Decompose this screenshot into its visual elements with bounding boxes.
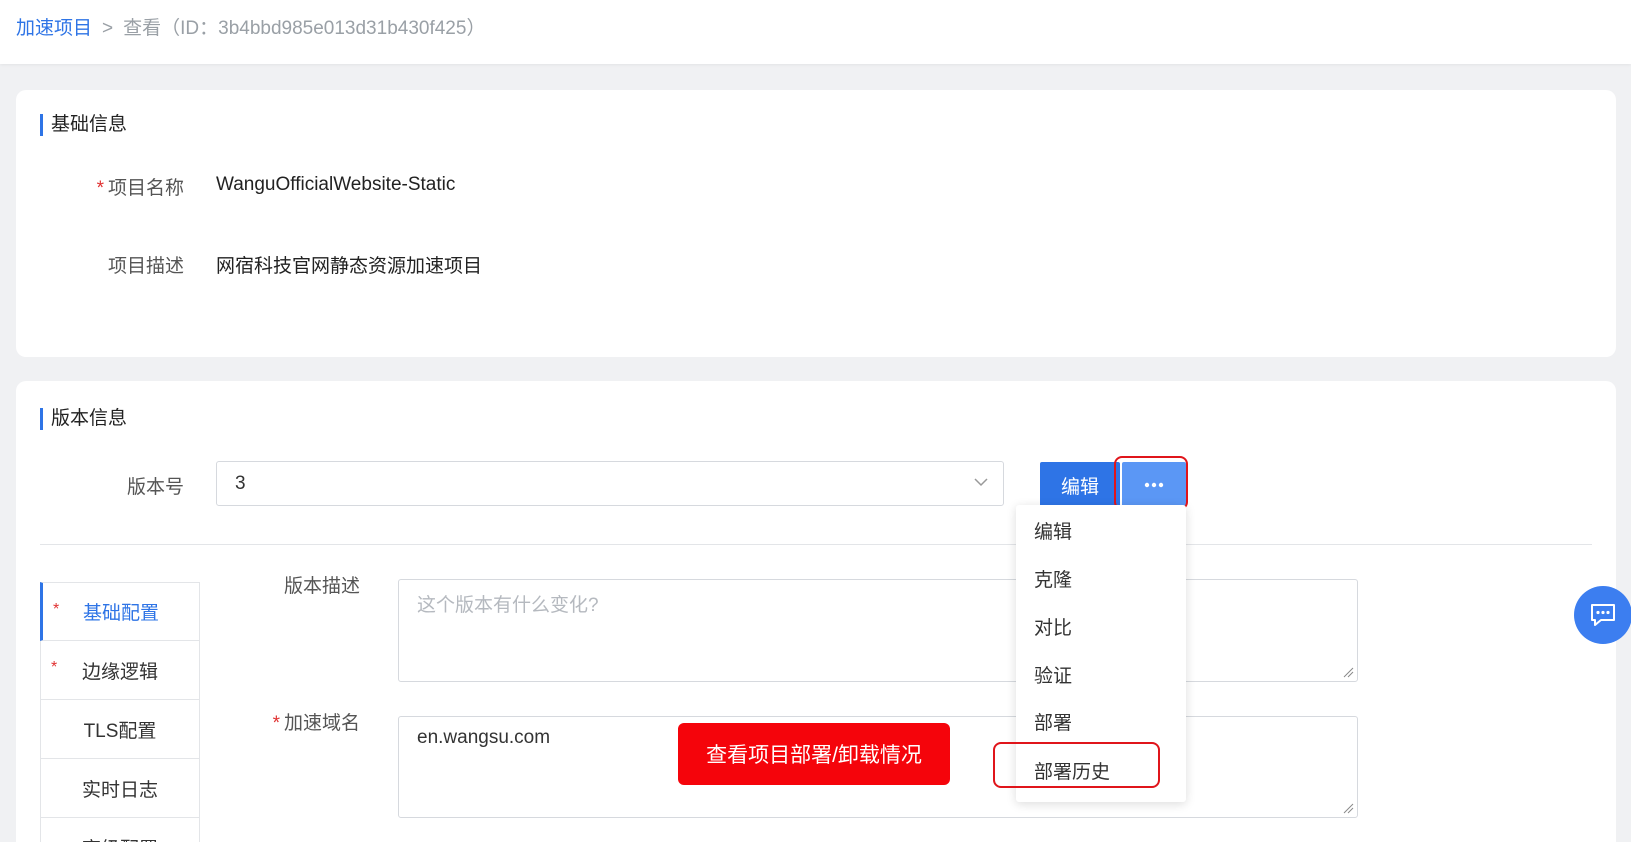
version-number-label: 版本号 xyxy=(126,477,184,498)
basic-info-card: 基础信息 * 项目名称 WanguOfficialWebsite-Static 项… xyxy=(16,90,1616,357)
config-side-nav: *基础配置 *边缘逻辑 TLS配置 实时日志 高级配置 xyxy=(40,582,200,842)
domain-label: * 加速域名 xyxy=(272,713,360,734)
nav-item-tls-config[interactable]: TLS配置 xyxy=(40,700,200,759)
nav-item-advanced-config[interactable]: 高级配置 xyxy=(40,818,200,842)
dropdown-item-edit[interactable]: 编辑 xyxy=(1034,517,1072,544)
version-desc-textarea[interactable]: 这个版本有什么变化? xyxy=(398,579,1358,682)
project-desc-label: 项目描述 xyxy=(107,256,184,277)
basic-info-title: 基础信息 xyxy=(40,114,127,136)
top-bar: 加速项目 > 查看（ID：3b4bbd985e013d31b430f425） xyxy=(0,0,1631,64)
nav-item-realtime-log[interactable]: 实时日志 xyxy=(40,759,200,818)
required-mark: * xyxy=(272,713,280,734)
edit-button[interactable]: 编辑 xyxy=(1040,462,1120,508)
required-mark: * xyxy=(96,178,104,199)
breadcrumb-separator: > xyxy=(102,18,114,39)
section-divider xyxy=(40,544,1592,545)
annotation-callout: 查看项目部署/卸载情况 xyxy=(678,723,950,785)
dropdown-item-verify[interactable]: 验证 xyxy=(1034,661,1072,688)
deploy-history-highlight xyxy=(993,742,1160,788)
project-name-value: WanguOfficialWebsite-Static xyxy=(216,174,456,195)
version-select-value: 3 xyxy=(235,473,246,494)
project-desc-value: 网宿科技官网静态资源加速项目 xyxy=(216,256,483,277)
breadcrumb-root-link[interactable]: 加速项目 xyxy=(16,18,92,39)
breadcrumb: 加速项目 > 查看（ID：3b4bbd985e013d31b430f425） xyxy=(16,13,485,40)
resize-handle-icon[interactable] xyxy=(1342,802,1354,814)
required-mark: * xyxy=(53,601,60,618)
version-desc-placeholder: 这个版本有什么变化? xyxy=(417,595,599,616)
nav-item-basic-config[interactable]: * 基础配置 xyxy=(40,582,200,641)
chevron-down-icon xyxy=(974,478,988,487)
dropdown-item-compare[interactable]: 对比 xyxy=(1034,613,1072,640)
version-desc-label: 版本描述 xyxy=(283,576,360,597)
version-info-title: 版本信息 xyxy=(40,408,127,430)
required-mark: * xyxy=(51,659,58,676)
version-select[interactable]: 3 xyxy=(216,461,1004,506)
dropdown-item-clone[interactable]: 克隆 xyxy=(1034,565,1072,592)
project-name-label: * 项目名称 xyxy=(96,178,184,199)
breadcrumb-current: 查看（ID：3b4bbd985e013d31b430f425） xyxy=(123,18,486,39)
resize-handle-icon[interactable] xyxy=(1342,666,1354,678)
chat-button[interactable] xyxy=(1574,586,1631,644)
domain-value: en.wangsu.com xyxy=(417,727,551,748)
chat-icon xyxy=(1591,604,1615,626)
nav-item-edge-logic[interactable]: * 边缘逻辑 xyxy=(40,641,200,700)
more-button-highlight xyxy=(1114,456,1188,510)
dropdown-item-deploy[interactable]: 部署 xyxy=(1034,708,1072,735)
